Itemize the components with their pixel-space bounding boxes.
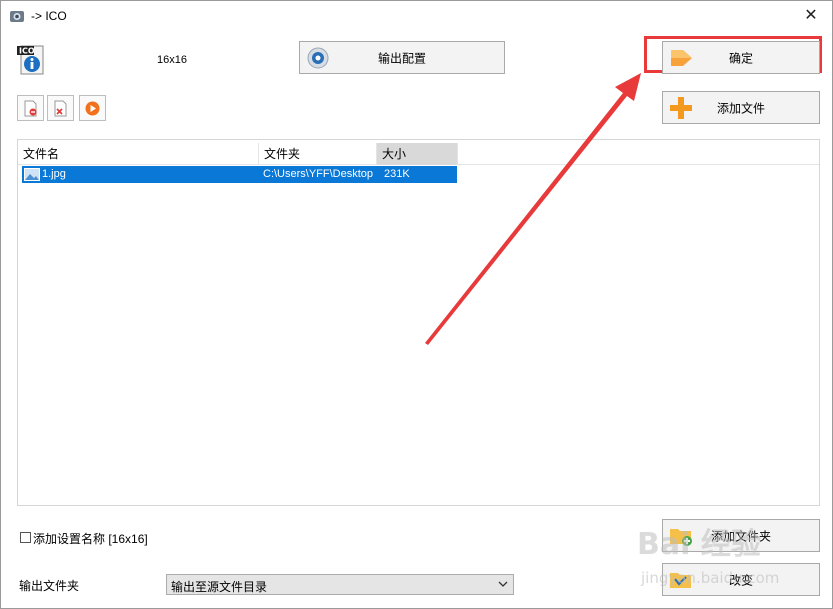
table-row[interactable]: 1.jpg C:\Users\YFF\Desktop 231K bbox=[22, 166, 457, 183]
cell-filename: 1.jpg bbox=[42, 168, 66, 180]
watermark-logo: Bai 经验 bbox=[637, 527, 761, 562]
ok-button[interactable]: 确定 bbox=[662, 41, 820, 74]
cell-size: 231K bbox=[384, 168, 410, 180]
output-folder-value: 输出至源文件目录 bbox=[171, 580, 268, 594]
add-setting-name-checkbox[interactable] bbox=[20, 532, 31, 543]
size-label: 16x16 bbox=[157, 54, 187, 66]
app-window: -> ICO ✕ ICO 16x16 输出配置 确定 添加文件 文件名 文件夹 … bbox=[0, 0, 833, 609]
app-icon bbox=[10, 11, 24, 22]
play-icon bbox=[85, 101, 100, 116]
output-config-label: 输出配置 bbox=[377, 51, 426, 65]
start-button[interactable] bbox=[79, 95, 106, 121]
output-folder-select[interactable]: 输出至源文件目录 bbox=[166, 574, 514, 595]
chevron-down-icon bbox=[498, 581, 508, 587]
column-header-size[interactable]: 大小 bbox=[377, 143, 458, 165]
add-file-button[interactable]: 添加文件 bbox=[662, 91, 820, 124]
close-button[interactable]: ✕ bbox=[790, 1, 832, 31]
column-header-filename[interactable]: 文件名 bbox=[18, 143, 259, 165]
clear-icon bbox=[54, 100, 67, 117]
ico-file-icon: ICO bbox=[17, 45, 44, 75]
window-title: -> ICO bbox=[31, 9, 67, 23]
output-config-button[interactable]: 输出配置 bbox=[299, 41, 505, 74]
column-header-folder[interactable]: 文件夹 bbox=[259, 143, 377, 165]
cell-folder: C:\Users\YFF\Desktop bbox=[263, 168, 374, 180]
remove-button[interactable] bbox=[17, 95, 44, 121]
add-setting-name-label: 添加设置名称 [16x16] bbox=[33, 532, 148, 546]
image-file-icon bbox=[24, 168, 40, 181]
ok-label: 确定 bbox=[728, 51, 753, 65]
clear-button[interactable] bbox=[47, 95, 74, 121]
add-file-label: 添加文件 bbox=[716, 101, 765, 115]
remove-icon bbox=[24, 100, 37, 117]
output-folder-label: 输出文件夹 bbox=[19, 579, 80, 593]
list-header: 文件名 文件夹 大小 bbox=[18, 143, 819, 165]
svg-text:ICO: ICO bbox=[19, 47, 35, 56]
watermark-url: jingyan.baidu.com bbox=[641, 569, 780, 587]
file-list[interactable]: 文件名 文件夹 大小 1.jpg C:\Users\YFF\Desktop 23… bbox=[17, 139, 820, 506]
title-bar: -> ICO ✕ bbox=[1, 1, 832, 31]
close-icon: ✕ bbox=[804, 7, 818, 24]
